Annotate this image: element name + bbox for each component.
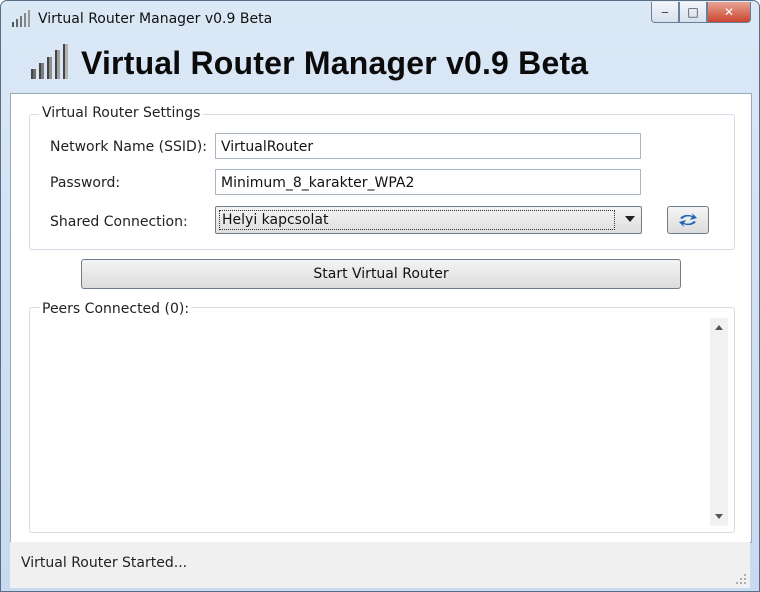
scroll-down-icon[interactable] xyxy=(715,514,723,519)
banner-title: Virtual Router Manager v0.9 Beta xyxy=(81,45,589,81)
shared-connection-value: Helyi kapcsolat xyxy=(219,210,615,230)
peers-connected-label: Peers Connected (0): xyxy=(40,301,192,317)
refresh-connections-button[interactable] xyxy=(667,206,709,234)
status-bar: Virtual Router Started... xyxy=(10,542,750,588)
shared-connection-label: Shared Connection: xyxy=(50,214,188,230)
peers-scrollbar[interactable] xyxy=(710,318,728,526)
maximize-button[interactable]: □ xyxy=(679,2,707,23)
window-title: Virtual Router Manager v0.9 Beta xyxy=(38,11,273,27)
app-window: Virtual Router Manager v0.9 Beta ‒ □ ✕ V… xyxy=(0,0,760,592)
chevron-down-icon xyxy=(625,216,635,222)
scroll-up-icon[interactable] xyxy=(715,325,723,330)
close-icon: ✕ xyxy=(723,5,735,19)
password-label: Password: xyxy=(50,175,121,191)
app-icon xyxy=(12,10,30,27)
minimize-icon: ‒ xyxy=(661,5,669,19)
app-banner: Virtual Router Manager v0.9 Beta xyxy=(1,35,759,93)
maximize-icon: □ xyxy=(687,5,699,19)
shared-connection-select[interactable]: Helyi kapcsolat xyxy=(215,206,642,234)
ssid-input[interactable]: VirtualRouter xyxy=(215,133,641,159)
refresh-icon xyxy=(679,213,697,227)
peers-connected-list: Peers Connected (0): xyxy=(29,301,735,533)
close-button[interactable]: ✕ xyxy=(707,2,751,23)
status-text: Virtual Router Started... xyxy=(21,555,188,571)
main-panel: Virtual Router Settings Network Name (SS… xyxy=(10,93,752,543)
settings-group-title: Virtual Router Settings xyxy=(39,105,204,121)
resize-grip-icon[interactable] xyxy=(735,573,747,585)
title-bar[interactable]: Virtual Router Manager v0.9 Beta ‒ □ ✕ xyxy=(1,1,759,35)
caption-buttons: ‒ □ ✕ xyxy=(651,2,751,24)
minimize-button[interactable]: ‒ xyxy=(651,2,679,23)
start-virtual-router-button[interactable]: Start Virtual Router xyxy=(81,259,681,289)
password-input[interactable]: Minimum_8_karakter_WPA2 xyxy=(215,169,641,195)
signal-bars-icon xyxy=(31,44,68,79)
ssid-label: Network Name (SSID): xyxy=(50,139,207,155)
router-settings-group: Virtual Router Settings Network Name (SS… xyxy=(29,105,735,250)
